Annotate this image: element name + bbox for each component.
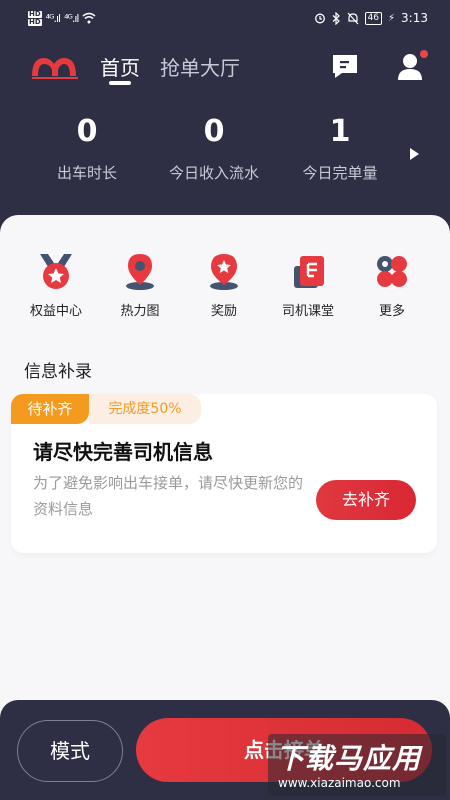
charging-icon: ⚡: [388, 12, 396, 24]
reward-pin-icon: [210, 254, 238, 290]
stat-value: 1: [329, 114, 351, 149]
card-description: 为了避免影响出车接单，请尽快更新您的资料信息: [33, 474, 304, 518]
watermark-url: www.xiazaimao.com: [278, 776, 401, 790]
tab-order-hall[interactable]: 抢单大厅: [160, 52, 240, 81]
status-right: 46 ⚡ 3:13: [314, 11, 428, 25]
hd-badge: HD: [28, 17, 42, 26]
status-bar: HD HD ⁴ᴳ.ıl ⁴ᴳ.ıl 46 ⚡ 3:13: [0, 0, 450, 36]
mode-button[interactable]: 模式: [17, 720, 123, 782]
feature-more[interactable]: 更多: [357, 252, 427, 319]
clock-time: 3:13: [401, 11, 428, 25]
feature-label: 奖励: [210, 304, 237, 319]
mute-icon: [347, 12, 359, 24]
feature-label: 权益中心: [29, 304, 82, 319]
status-badge: 待补齐: [11, 394, 89, 424]
tab-home[interactable]: 首页: [100, 52, 140, 81]
feature-driver-class[interactable]: 司机课堂: [273, 252, 343, 319]
heatmap-pin-icon: [126, 254, 154, 290]
message-icon[interactable]: [330, 52, 360, 80]
battery-level: 46: [364, 11, 383, 25]
feature-rights-center[interactable]: 权益中心: [21, 252, 91, 319]
watermark-title: 下载马应用: [276, 742, 422, 775]
hd-indicator: HD HD: [28, 9, 42, 26]
play-arrow-icon[interactable]: [405, 144, 423, 164]
feature-label: 司机课堂: [281, 304, 334, 319]
progress-badge: 完成度50%: [89, 394, 201, 424]
watermark: 下载马应用 www.xiazaimao.com: [268, 734, 446, 796]
alarm-icon: [314, 13, 325, 24]
signal-icon: ⁴ᴳ.ıl: [45, 11, 61, 25]
hd-badge: HD: [28, 9, 42, 18]
stat-label: 出车时长: [56, 164, 117, 182]
feature-label: 更多: [378, 304, 405, 319]
feature-label: 热力图: [120, 304, 160, 319]
feature-heatmap[interactable]: 热力图: [105, 252, 175, 319]
stat-income[interactable]: 0 今日收入流水: [149, 112, 279, 183]
stat-completed-orders[interactable]: 1 今日完单量: [275, 112, 405, 183]
stat-drive-time[interactable]: 0 出车时长: [22, 112, 152, 183]
tab-active-indicator: [109, 81, 131, 85]
feature-reward[interactable]: 奖励: [189, 252, 259, 319]
rights-center-icon: [40, 254, 72, 289]
driver-class-icon: [294, 256, 324, 288]
stat-value: 0: [203, 114, 225, 149]
info-completion-card: 待补齐 完成度50% 请尽快完善司机信息 为了避免影响出车接单，请尽快更新您的资…: [11, 394, 437, 553]
complete-info-button[interactable]: 去补齐: [316, 480, 416, 520]
user-profile-icon[interactable]: [394, 48, 430, 84]
stat-label: 今日收入流水: [168, 164, 259, 182]
more-grid-icon: [377, 256, 407, 287]
header: HD HD ⁴ᴳ.ıl ⁴ᴳ.ıl 46 ⚡ 3:13 首页 抢单大厅 0 出车…: [0, 0, 450, 240]
stat-value: 0: [76, 114, 98, 149]
stat-label: 今日完单量: [302, 164, 378, 182]
top-nav: 首页 抢单大厅: [0, 44, 450, 92]
stats-row: 0 出车时长 0 今日收入流水 1 今日完单量: [0, 112, 450, 192]
status-left: HD HD ⁴ᴳ.ıl ⁴ᴳ.ıl: [28, 9, 96, 26]
signal-icon: ⁴ᴳ.ıl: [64, 11, 79, 25]
app-logo: [32, 58, 78, 79]
bluetooth-icon: [332, 11, 340, 25]
wifi-icon: [82, 12, 96, 24]
section-title: 信息补录: [24, 362, 92, 382]
card-title: 请尽快完善司机信息: [33, 440, 213, 464]
